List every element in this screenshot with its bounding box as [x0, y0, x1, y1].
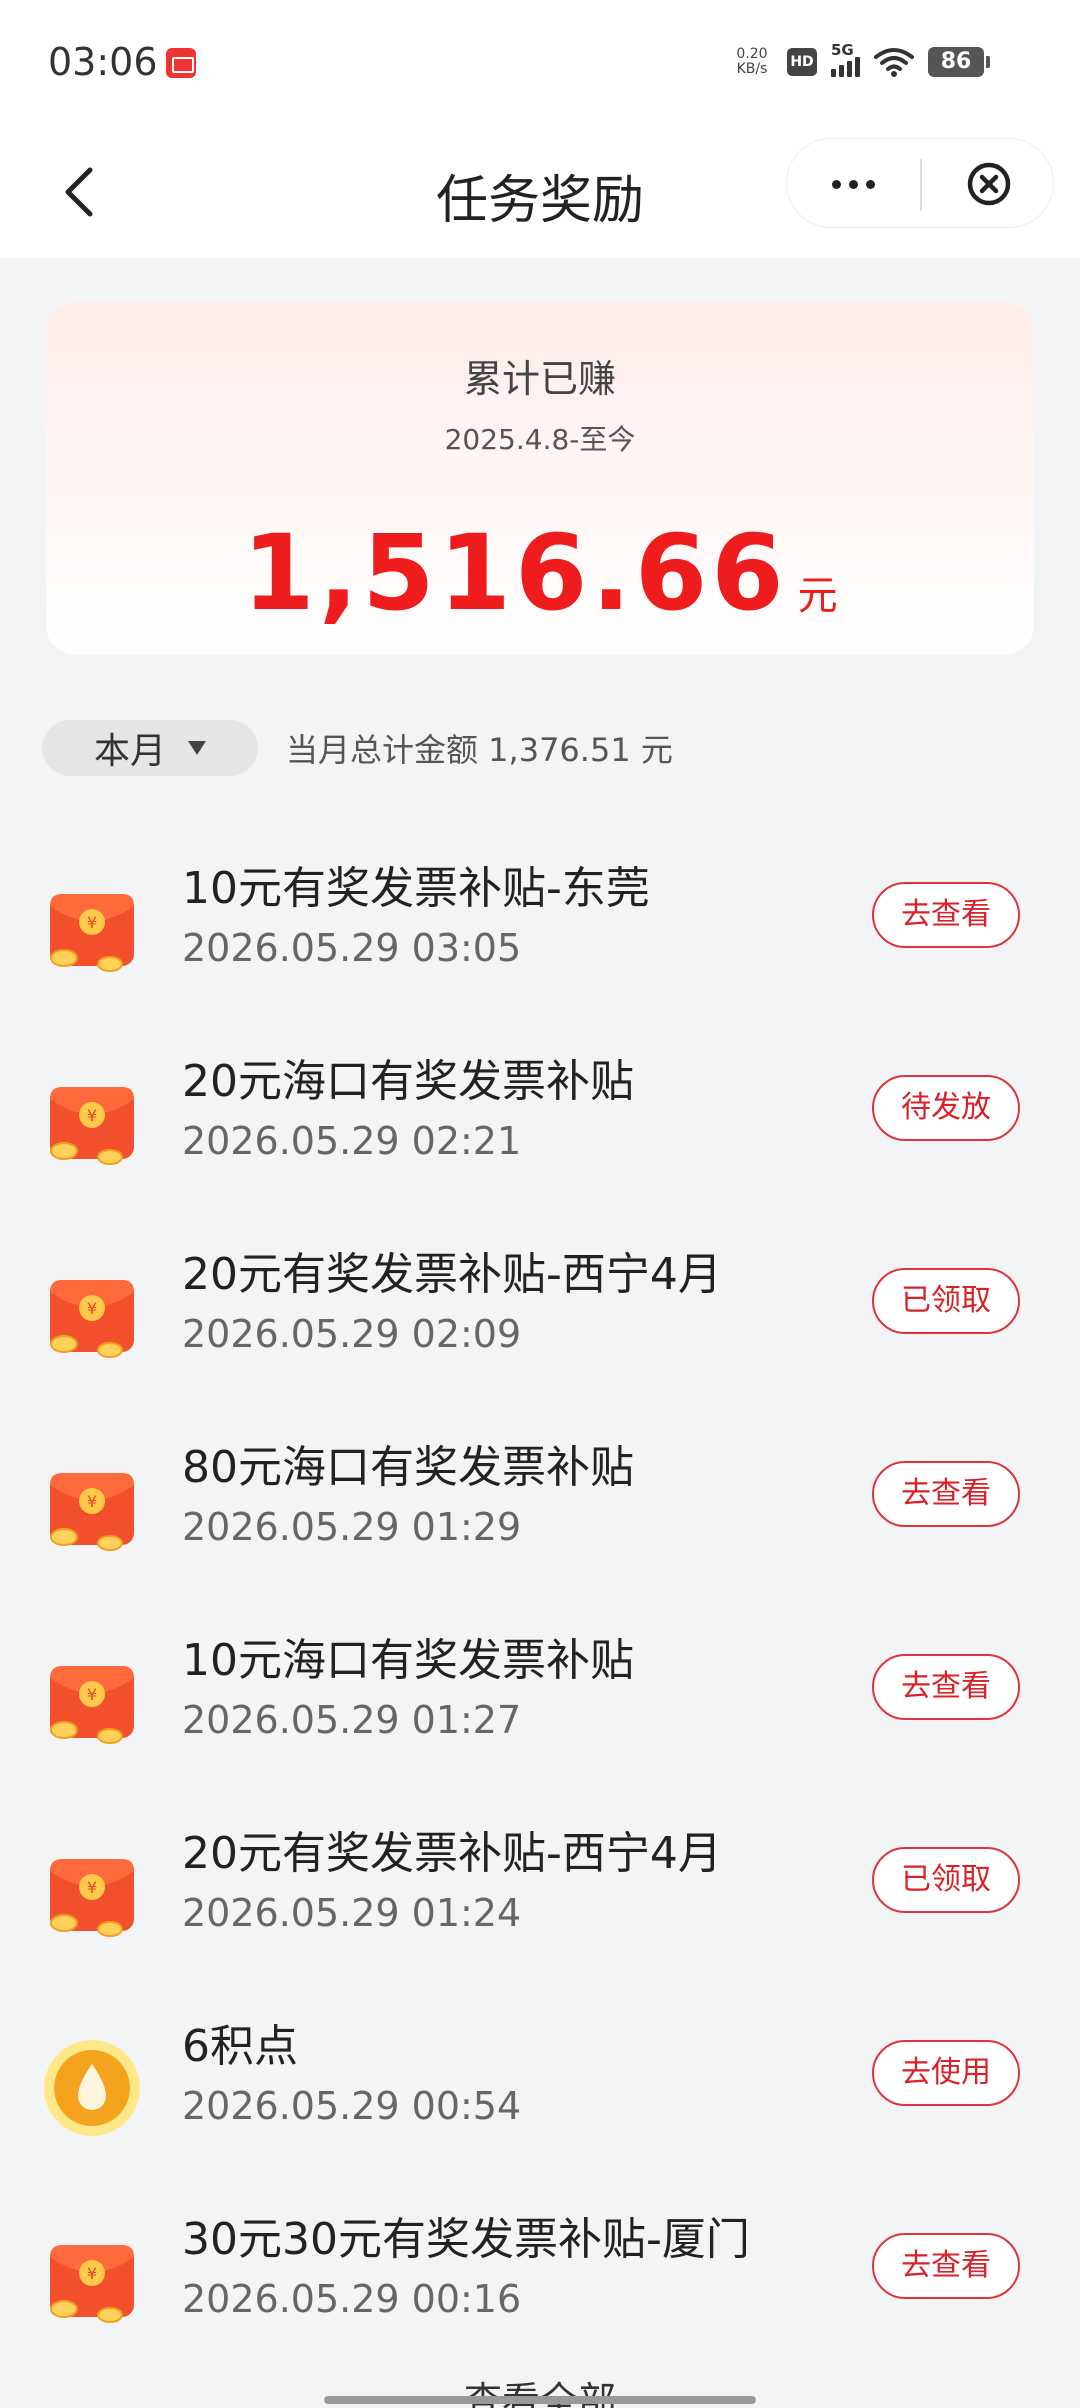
reward-time: 2026.05.29 00:54: [182, 2084, 522, 2128]
svg-text:¥: ¥: [87, 1299, 97, 1318]
reward-title: 10元有奖发票补贴-东莞: [182, 863, 650, 914]
reward-action-button[interactable]: 已领取: [872, 1268, 1020, 1334]
reward-list-item: 6积点 2026.05.29 00:54 去使用: [0, 1978, 1080, 2171]
red-packet-icon: ¥: [46, 2235, 138, 2327]
more-dot-icon: [849, 179, 858, 189]
summary-label: 累计已赚: [463, 357, 616, 401]
reward-action-button[interactable]: 去查看: [872, 1654, 1020, 1720]
close-button[interactable]: [922, 139, 1055, 229]
reward-title: 30元30元有奖发票补贴-厦门: [182, 2214, 750, 2265]
month-dropdown-label: 本月: [93, 731, 166, 772]
status-bar: 03:06 0.20 KB/s HD 5G 86: [0, 0, 1080, 128]
reward-action-button[interactable]: 去查看: [872, 1461, 1020, 1527]
red-packet-icon: ¥: [46, 1463, 138, 1555]
reward-list: ¥ 10元有奖发票补贴-东莞 2026.05.29 03:05 去查看 ¥ 20元海…: [0, 820, 1080, 2364]
reward-list-item: ¥ 10元有奖发票补贴-东莞 2026.05.29 03:05 去查看: [0, 820, 1080, 1013]
red-packet-icon: ¥: [46, 1849, 138, 1941]
amount-unit: 元: [797, 573, 838, 619]
network-speed-unit: KB/s: [736, 61, 768, 77]
month-dropdown[interactable]: 本月: [42, 720, 258, 776]
more-button[interactable]: [787, 139, 920, 229]
month-total-amount: 当月总计金额 1,376.51 元: [286, 731, 673, 769]
reward-action-button[interactable]: 已领取: [872, 1847, 1020, 1913]
reward-time: 2026.05.29 01:29: [182, 1505, 522, 1549]
reward-action-button[interactable]: 去查看: [872, 882, 1020, 948]
reward-title: 6积点: [182, 2021, 298, 2072]
red-packet-icon: ¥: [46, 884, 138, 976]
wifi-icon: [874, 47, 914, 77]
status-time: 03:06: [48, 40, 158, 84]
reward-time: 2026.05.29 01:27: [182, 1698, 522, 1742]
reward-title: 20元海口有奖发票补贴: [182, 1056, 634, 1107]
reward-list-item: ¥ 80元海口有奖发票补贴 2026.05.29 01:29 去查看: [0, 1399, 1080, 1592]
reward-list-item: ¥ 20元有奖发票补贴-西宁4月 2026.05.29 02:09 已领取: [0, 1206, 1080, 1399]
points-coin-icon: [42, 2038, 140, 2136]
summary-amount-row: 1,516.66 元: [46, 512, 1034, 634]
svg-text:¥: ¥: [87, 1685, 97, 1704]
reward-title: 10元海口有奖发票补贴: [182, 1635, 634, 1686]
reward-list-item: ¥ 30元30元有奖发票补贴-厦门 2026.05.29 00:16 去查看: [0, 2171, 1080, 2364]
network-speed: 0.20 KB/s: [731, 47, 773, 77]
svg-text:¥: ¥: [87, 1106, 97, 1125]
close-circle-icon: [967, 162, 1010, 206]
hd-icon: HD: [787, 48, 817, 76]
reward-time: 2026.05.29 00:16: [182, 2277, 522, 2321]
reward-time: 2026.05.29 03:05: [182, 926, 522, 970]
reward-title: 20元有奖发票补贴-西宁4月: [182, 1249, 722, 1300]
summary-date-range: 2025.4.8-至今: [444, 423, 636, 456]
cellular-signal-icon: 5G: [831, 41, 860, 77]
network-speed-value: 0.20: [736, 46, 768, 62]
reward-title: 80元海口有奖发票补贴: [182, 1442, 634, 1493]
reward-action-button[interactable]: 待发放: [872, 1075, 1020, 1141]
reward-action-button[interactable]: 去使用: [872, 2040, 1020, 2106]
app-notification-icon: [166, 48, 196, 78]
reward-time: 2026.05.29 01:24: [182, 1891, 522, 1935]
mini-program-capsule: [786, 138, 1054, 228]
battery-icon: 86: [928, 47, 990, 77]
earnings-summary-card: 累计已赚 2025.4.8-至今 1,516.66 元: [46, 302, 1034, 654]
reward-time: 2026.05.29 02:21: [182, 1119, 522, 1163]
svg-text:¥: ¥: [87, 1878, 97, 1897]
more-dot-icon: [832, 179, 841, 189]
signal-label: 5G: [831, 41, 854, 59]
red-packet-icon: ¥: [46, 1656, 138, 1748]
filter-row: 本月 当月总计金额 1,376.51 元: [42, 720, 673, 776]
red-packet-icon: ¥: [46, 1270, 138, 1362]
reward-list-item: ¥ 20元海口有奖发票补贴 2026.05.29 02:21 待发放: [0, 1013, 1080, 1206]
reward-title: 20元有奖发票补贴-西宁4月: [182, 1828, 722, 1879]
home-indicator: [324, 2396, 756, 2404]
red-packet-icon: ¥: [46, 1077, 138, 1169]
nav-bar: 任务奖励: [0, 128, 1080, 258]
dropdown-triangle-icon: [188, 741, 206, 755]
svg-text:¥: ¥: [87, 913, 97, 932]
status-indicators: 0.20 KB/s HD 5G 86: [731, 40, 990, 84]
reward-list-item: ¥ 20元有奖发票补贴-西宁4月 2026.05.29 01:24 已领取: [0, 1785, 1080, 1978]
total-earned-amount: 1,516.66: [242, 512, 788, 634]
more-dot-icon: [866, 179, 875, 189]
reward-list-item: ¥ 10元海口有奖发票补贴 2026.05.29 01:27 去查看: [0, 1592, 1080, 1785]
svg-text:¥: ¥: [87, 1492, 97, 1511]
reward-action-button[interactable]: 去查看: [872, 2233, 1020, 2299]
reward-time: 2026.05.29 02:09: [182, 1312, 522, 1356]
svg-text:¥: ¥: [87, 2264, 97, 2283]
